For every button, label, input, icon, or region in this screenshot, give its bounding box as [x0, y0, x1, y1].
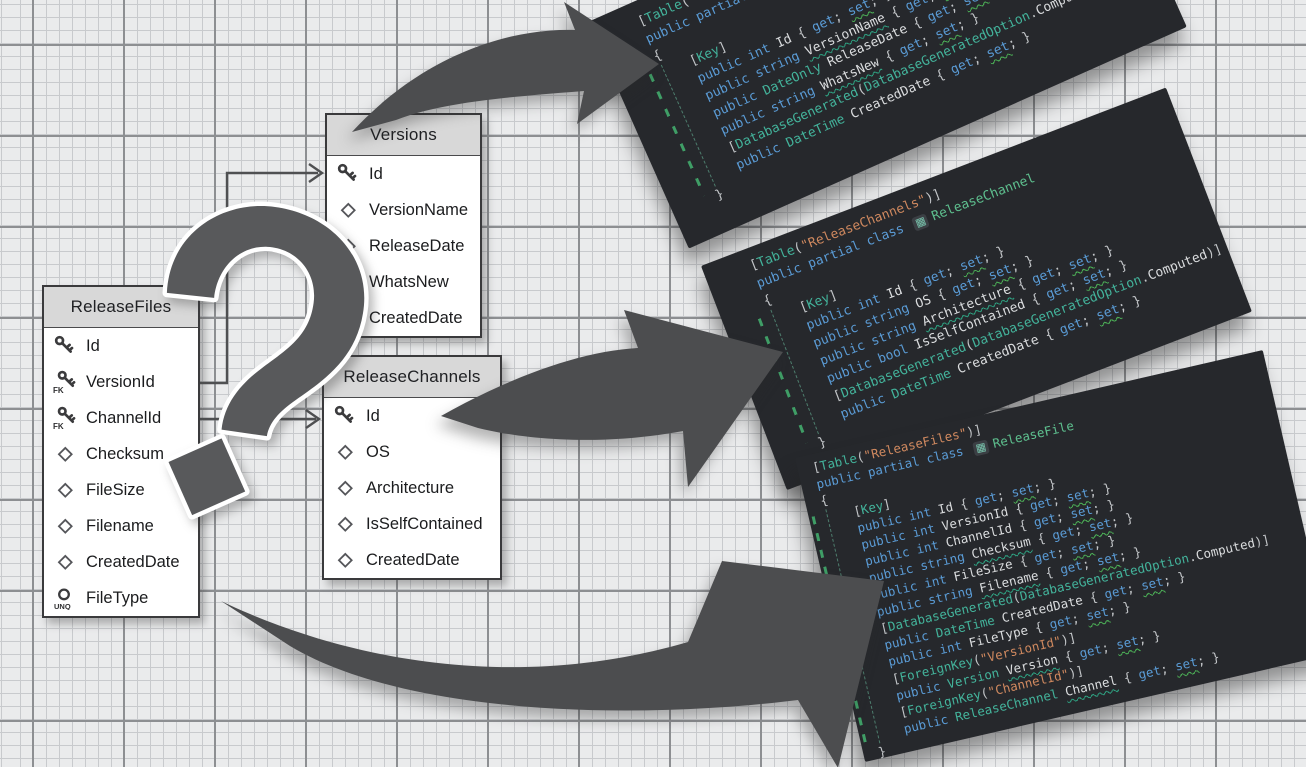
- key-pk-icon: [333, 404, 357, 428]
- svg-text:UNQ: UNQ: [54, 602, 71, 610]
- key-fk-icon: FK: [53, 406, 77, 430]
- erd-column-label: FileType: [86, 589, 148, 608]
- erd-row-versionid: FK VersionId: [44, 364, 198, 400]
- erd-row-id: Id: [327, 156, 480, 192]
- diamond-icon: [333, 548, 357, 572]
- erd-row-versionname: VersionName: [327, 192, 480, 228]
- erd-column-label: Id: [366, 407, 380, 426]
- erd-column-label: Id: [86, 337, 100, 356]
- diamond-icon: [333, 476, 357, 500]
- svg-text:FK: FK: [53, 422, 64, 430]
- diamond-icon: [53, 442, 77, 466]
- erd-row-createddate: CreatedDate: [327, 300, 480, 336]
- erd-table-versions: Versions Id VersionName ReleaseDate WhatsNew…: [325, 113, 482, 338]
- arrow-releasefiles-to-code: [221, 561, 884, 767]
- erd-column-label: CreatedDate: [369, 309, 463, 328]
- diamond-icon: [336, 234, 360, 258]
- key-pk-icon: [53, 334, 77, 358]
- erd-column-label: CreatedDate: [366, 551, 460, 570]
- erd-column-label: ChannelId: [86, 409, 161, 428]
- diamond-icon: [336, 306, 360, 330]
- erd-table-release-channels: ReleaseChannels Id OS Architecture IsSelfCon…: [322, 355, 502, 580]
- diamond-icon: [53, 514, 77, 538]
- erd-table-title: ReleaseChannels: [324, 357, 500, 398]
- erd-table-release-files: ReleaseFiles Id FK VersionId FK ChannelId Chec…: [42, 285, 200, 618]
- key-pk-icon: [336, 162, 360, 186]
- diagram-canvas: { "canvas": {"width": 1306, "height": 76…: [0, 0, 1306, 767]
- diamond-icon: [333, 440, 357, 464]
- key-fk-icon: FK: [53, 370, 77, 394]
- erd-row-filesize: FileSize: [44, 472, 198, 508]
- diamond-icon: [336, 198, 360, 222]
- erd-column-label: Id: [369, 165, 383, 184]
- erd-table-title: Versions: [327, 115, 480, 156]
- erd-row-createddate: CreatedDate: [44, 544, 198, 580]
- erd-column-label: OS: [366, 443, 390, 462]
- erd-row-isselfcontained: IsSelfContained: [324, 506, 500, 542]
- erd-row-id: Id: [44, 328, 198, 364]
- erd-row-filetype: UNQ FileType: [44, 580, 198, 616]
- erd-row-createddate: CreatedDate: [324, 542, 500, 578]
- erd-column-label: VersionId: [86, 373, 155, 392]
- connector-versionid-to-versions: [200, 173, 318, 383]
- diamond-icon: [53, 550, 77, 574]
- erd-column-label: Architecture: [366, 479, 454, 498]
- erd-column-label: VersionName: [369, 201, 468, 220]
- erd-row-checksum: Checksum: [44, 436, 198, 472]
- erd-row-releasedate: ReleaseDate: [327, 228, 480, 264]
- erd-column-label: Filename: [86, 517, 154, 536]
- erd-column-label: ReleaseDate: [369, 237, 464, 256]
- erd-row-id: Id: [324, 398, 500, 434]
- diamond-icon: [53, 478, 77, 502]
- diamond-icon: [336, 270, 360, 294]
- erd-column-label: FileSize: [86, 481, 145, 500]
- erd-table-title: ReleaseFiles: [44, 287, 198, 328]
- erd-row-architecture: Architecture: [324, 470, 500, 506]
- erd-row-channelid: FK ChannelId: [44, 400, 198, 436]
- unique-icon: UNQ: [53, 586, 77, 610]
- erd-column-label: WhatsNew: [369, 273, 449, 292]
- erd-column-label: CreatedDate: [86, 553, 180, 572]
- connector-arrowhead-versions: [309, 164, 322, 182]
- erd-column-label: Checksum: [86, 445, 164, 464]
- erd-row-filename: Filename: [44, 508, 198, 544]
- diamond-icon: [333, 512, 357, 536]
- connector-arrowhead-releasechannels: [306, 410, 319, 428]
- svg-text:FK: FK: [53, 386, 64, 394]
- erd-row-os: OS: [324, 434, 500, 470]
- erd-row-whatsnew: WhatsNew: [327, 264, 480, 300]
- erd-column-label: IsSelfContained: [366, 515, 483, 534]
